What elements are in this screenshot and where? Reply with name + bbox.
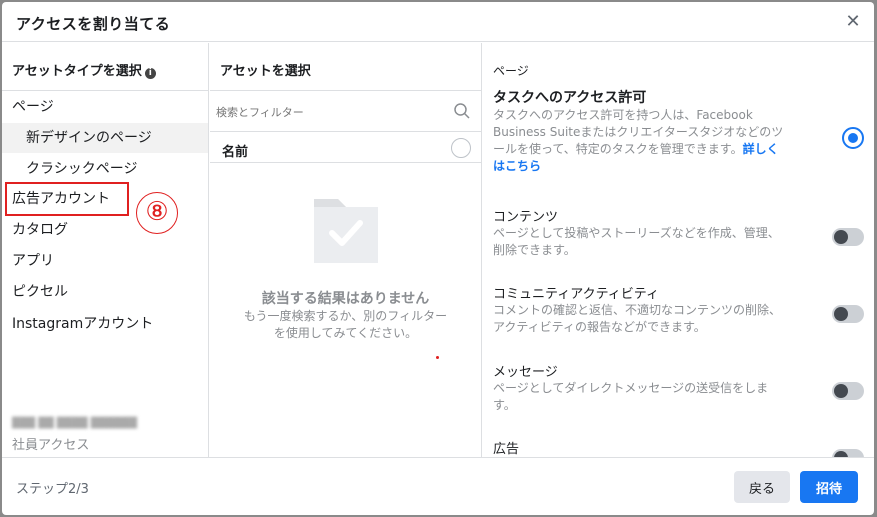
select-all-radio[interactable] [451,138,471,158]
asset-type-instagram[interactable]: Instagramアカウント [2,309,208,339]
community-desc-line: コメントの確認と返信、不適切なコンテンツの削除、 [493,303,782,317]
community-title: コミュニティアクティビティ [493,287,660,302]
empty-subtitle-line2: を使用してみてください。 [273,326,418,340]
dialog-footer: ステップ2/3 戻る 招待 [2,457,874,515]
empty-subtitle: もう一度検索するか、別のフィルター を使用してみてください。 [210,308,481,342]
messages-desc-line: す。 [493,398,516,412]
content-desc-line: ページとして投稿やストーリーズなどを作成、管理、 [493,226,780,240]
content-description: ページとして投稿やストーリーズなどを作成、管理、 削除できます。 [493,225,823,259]
asset-type-column: アセットタイプを選択 i ページ 新デザインのページ クラシックページ 広告アカウ… [2,43,209,457]
task-desc-line: ールを使って、特定のタスクを管理できます。 [493,142,743,156]
search-input[interactable] [216,99,446,125]
community-toggle[interactable] [832,305,864,323]
asset-type-catalog[interactable]: カタログ [2,215,208,245]
content-item: コンテンツ ページとして投稿やストーリーズなどを作成、管理、 削除できます。 [493,206,823,259]
step-indicator: ステップ2/3 [16,482,89,497]
task-access-item: タスクへのアクセス許可 タスクへのアクセス許可を持つ人は、Facebook Bu… [493,87,823,175]
task-desc-line: Business Suiteまたはクリエイタースタジオなどのツ [493,125,784,139]
ads-toggle[interactable] [832,449,864,457]
task-description: タスクへのアクセス許可を持つ人は、Facebook Business Suite… [493,107,823,175]
invite-button[interactable]: 招待 [800,471,858,503]
content-title: コンテンツ [493,210,559,225]
learn-more-link[interactable]: 詳しく [743,142,779,156]
messages-description: ページとしてダイレクトメッセージの送受信をしま す。 [493,380,823,414]
asset-type-header-label: アセットタイプを選択 [12,64,142,79]
blurred-user-name: ███ ██ ████ ██████ [12,418,137,429]
asset-type-app[interactable]: アプリ [2,246,208,276]
ads-item: 広告 [493,438,823,457]
messages-item: メッセージ ページとしてダイレクトメッセージの送受信をしま す。 [493,361,823,414]
messages-toggle[interactable] [832,382,864,400]
asset-column: アセットを選択 名前 該当する結果はありません もう一度検索するか、別のフィルタ… [210,43,482,457]
content-desc-line: 削除できます。 [493,243,576,257]
section-label: ページ [493,64,529,78]
asset-header: アセットを選択 [210,43,481,91]
learn-more-link-cont[interactable]: はこちら [493,159,541,173]
assign-access-dialog: アクセスを割り当てる ✕ アセットタイプを選択 i ページ 新デザインのページ ク… [2,2,874,515]
messages-title: メッセージ [493,365,558,380]
close-icon[interactable]: ✕ [842,11,864,33]
asset-type-page[interactable]: ページ [2,92,208,122]
empty-title: 該当する結果はありません [261,291,430,307]
name-label: 名前 [222,145,249,160]
name-row: 名前 [210,133,481,163]
content-toggle[interactable] [832,228,864,246]
community-item: コミュニティアクティビティ コメントの確認と返信、不適切なコンテンツの削除、 ア… [493,283,823,336]
annotation-marker: ⑧ [136,192,178,234]
asset-type-classic-page[interactable]: クラシックページ [2,154,208,184]
dialog-title: アクセスを割り当てる [16,15,171,33]
permission-column: ページ タスクへのアクセス許可 タスクへのアクセス許可を持つ人は、Faceboo… [483,43,874,457]
task-title: タスクへのアクセス許可 [493,90,647,106]
ads-title: 広告 [493,442,520,457]
dialog-header: アクセスを割り当てる ✕ [2,2,874,42]
asset-type-new-page[interactable]: 新デザインのページ [2,123,208,153]
staff-access-label: 社員アクセス [12,438,90,453]
info-icon[interactable]: i [144,68,156,79]
messages-desc-line: ページとしてダイレクトメッセージの送受信をしま [493,381,769,395]
community-description: コメントの確認と返信、不適切なコンテンツの削除、 アクティビティの報告などができ… [493,302,823,336]
asset-type-header: アセットタイプを選択 i [2,43,208,91]
empty-subtitle-line1: もう一度検索するか、別のフィルター [243,309,448,323]
search-row [210,92,481,132]
asset-type-pixel[interactable]: ピクセル [2,277,208,307]
task-access-radio[interactable] [842,127,864,149]
back-button[interactable]: 戻る [734,471,790,503]
community-desc-line: アクティビティの報告などができます。 [493,320,706,334]
annotation-highlight-box [5,182,129,216]
task-desc-line: タスクへのアクセス許可を持つ人は、Facebook [493,108,753,122]
search-icon[interactable] [453,102,471,120]
annotation-dot [436,356,439,359]
empty-folder-icon [314,199,378,263]
